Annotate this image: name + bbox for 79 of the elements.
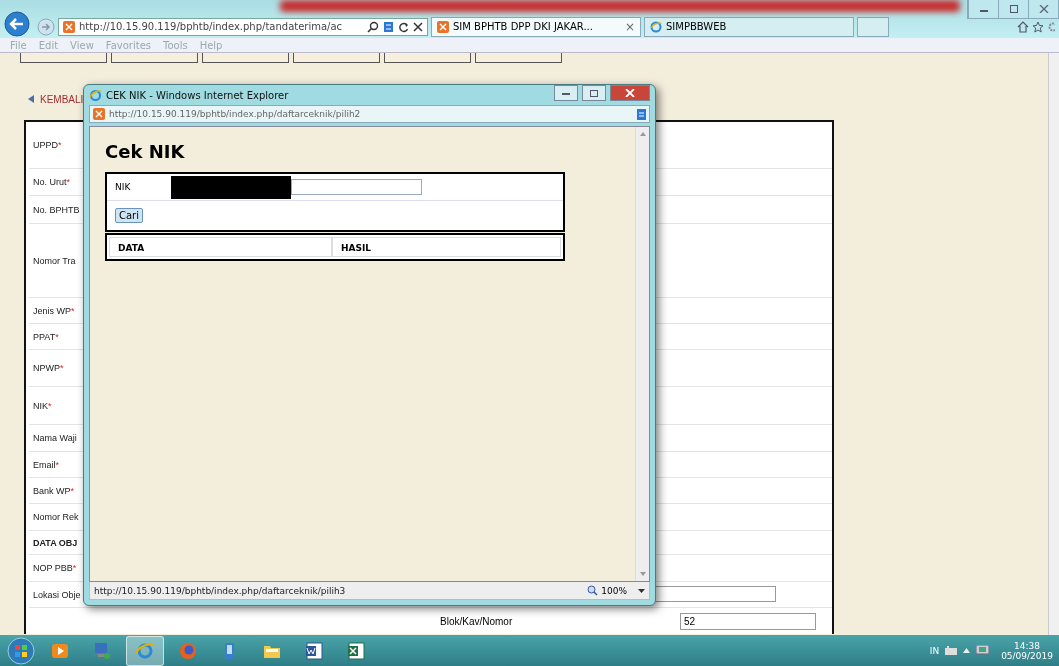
computer-icon <box>92 640 112 661</box>
minimize-button[interactable] <box>554 85 578 101</box>
scroll-up-icon[interactable] <box>639 132 646 136</box>
network-icon[interactable] <box>976 645 990 656</box>
field-label: Jenis WP* <box>32 305 75 316</box>
time-text: 14:38 <box>1014 640 1041 651</box>
address-field[interactable]: http://10.15.90.119/bphtb/index.php/daftarceknik/pilih2 <box>89 105 650 123</box>
maximize-icon <box>1008 5 1019 13</box>
compatibility-icon[interactable] <box>383 20 394 33</box>
close-icon <box>625 89 635 97</box>
input-field[interactable]: 52 <box>680 612 816 630</box>
field-label: NOP PBB* <box>32 563 77 573</box>
star-icon[interactable] <box>1032 20 1044 33</box>
close-button[interactable] <box>610 85 650 101</box>
field-label: PPAT* <box>32 331 59 342</box>
site-icon <box>93 108 105 120</box>
field-label: Bank WP* <box>32 485 75 496</box>
zoom-icon <box>587 585 599 596</box>
nav-button[interactable] <box>111 53 198 63</box>
scrollbar[interactable] <box>635 127 649 581</box>
address-field[interactable]: http://10.15.90.119/bphtb/index.php/tandaterima/ac <box>58 17 428 36</box>
minimize-icon <box>562 90 570 96</box>
window-title: CEK NIK - Windows Internet Explorer <box>106 89 289 101</box>
status-text: http://10.15.90.119/bphtb/index.php/daftarceknik/pilih3 <box>94 585 346 596</box>
nav-button[interactable] <box>20 53 107 63</box>
site-icon <box>63 20 75 33</box>
date-text: 05/09/2019 <box>1001 650 1053 661</box>
field-label: UPPD* <box>32 140 62 150</box>
column-header: DATA <box>109 237 332 257</box>
site-icon <box>437 20 449 33</box>
back-arrow-icon <box>28 95 34 103</box>
close-icon <box>1038 5 1049 13</box>
nav-button[interactable] <box>202 53 289 63</box>
field-label: No. BPHTB <box>32 204 80 215</box>
field-label: Nama Waji <box>32 433 77 443</box>
document-icon <box>304 640 324 661</box>
nav-button[interactable] <box>384 53 471 63</box>
input-field[interactable] <box>291 179 422 195</box>
scrollbar[interactable] <box>1048 53 1059 635</box>
stop-icon[interactable] <box>413 21 423 32</box>
scroll-down-icon[interactable] <box>639 572 646 576</box>
refresh-icon[interactable] <box>398 20 409 33</box>
column-header: HASIL <box>332 237 561 257</box>
field-label: DATA OBJ <box>32 537 78 548</box>
settings-icon[interactable] <box>1047 20 1055 33</box>
maximize-button[interactable] <box>582 85 606 101</box>
browser-logo-icon <box>650 20 662 33</box>
maximize-icon <box>590 89 598 97</box>
zoom-level[interactable]: 100% <box>601 585 627 596</box>
page-heading: Cek NIK <box>105 141 186 162</box>
search-icon[interactable] <box>367 20 379 33</box>
fox-browser-icon <box>178 640 198 661</box>
field-label: NIK <box>114 182 132 192</box>
field-label: Blok/Kav/Nomor <box>440 615 514 627</box>
start-button[interactable] <box>6 635 36 666</box>
compatibility-icon[interactable] <box>637 108 646 120</box>
field-label: Nomor Tra <box>32 255 76 266</box>
browser-tab[interactable]: SIM BPHTB DPP DKI JAKAR... × <box>431 16 641 37</box>
field-label: Email* <box>32 459 60 470</box>
clock[interactable]: 14:38 05/09/2019 <box>1001 640 1053 661</box>
forward-icon[interactable] <box>37 17 55 36</box>
browser-icon <box>135 640 155 661</box>
field-label: No. Urut* <box>32 177 71 187</box>
browser-tab[interactable]: SIMPBBWEB <box>644 16 854 37</box>
field-label: Nomor Rek <box>32 512 79 522</box>
field-label: NPWP* <box>32 363 64 373</box>
spreadsheet-icon <box>346 640 366 661</box>
home-icon[interactable] <box>1017 20 1029 33</box>
browser-logo-icon <box>89 88 102 102</box>
language-indicator[interactable]: IN <box>929 645 940 656</box>
close-tab-button[interactable]: × <box>624 19 635 34</box>
nav-button[interactable] <box>293 53 380 63</box>
keyboard-icon[interactable] <box>945 646 958 655</box>
caret-icon[interactable] <box>638 588 645 593</box>
field-label: Lokasi Obje <box>32 589 81 600</box>
field-label: NIK* <box>32 400 52 411</box>
back-link[interactable]: KEMBALI <box>40 93 84 105</box>
nav-button[interactable] <box>475 53 562 63</box>
search-button[interactable]: Cari <box>115 208 143 223</box>
